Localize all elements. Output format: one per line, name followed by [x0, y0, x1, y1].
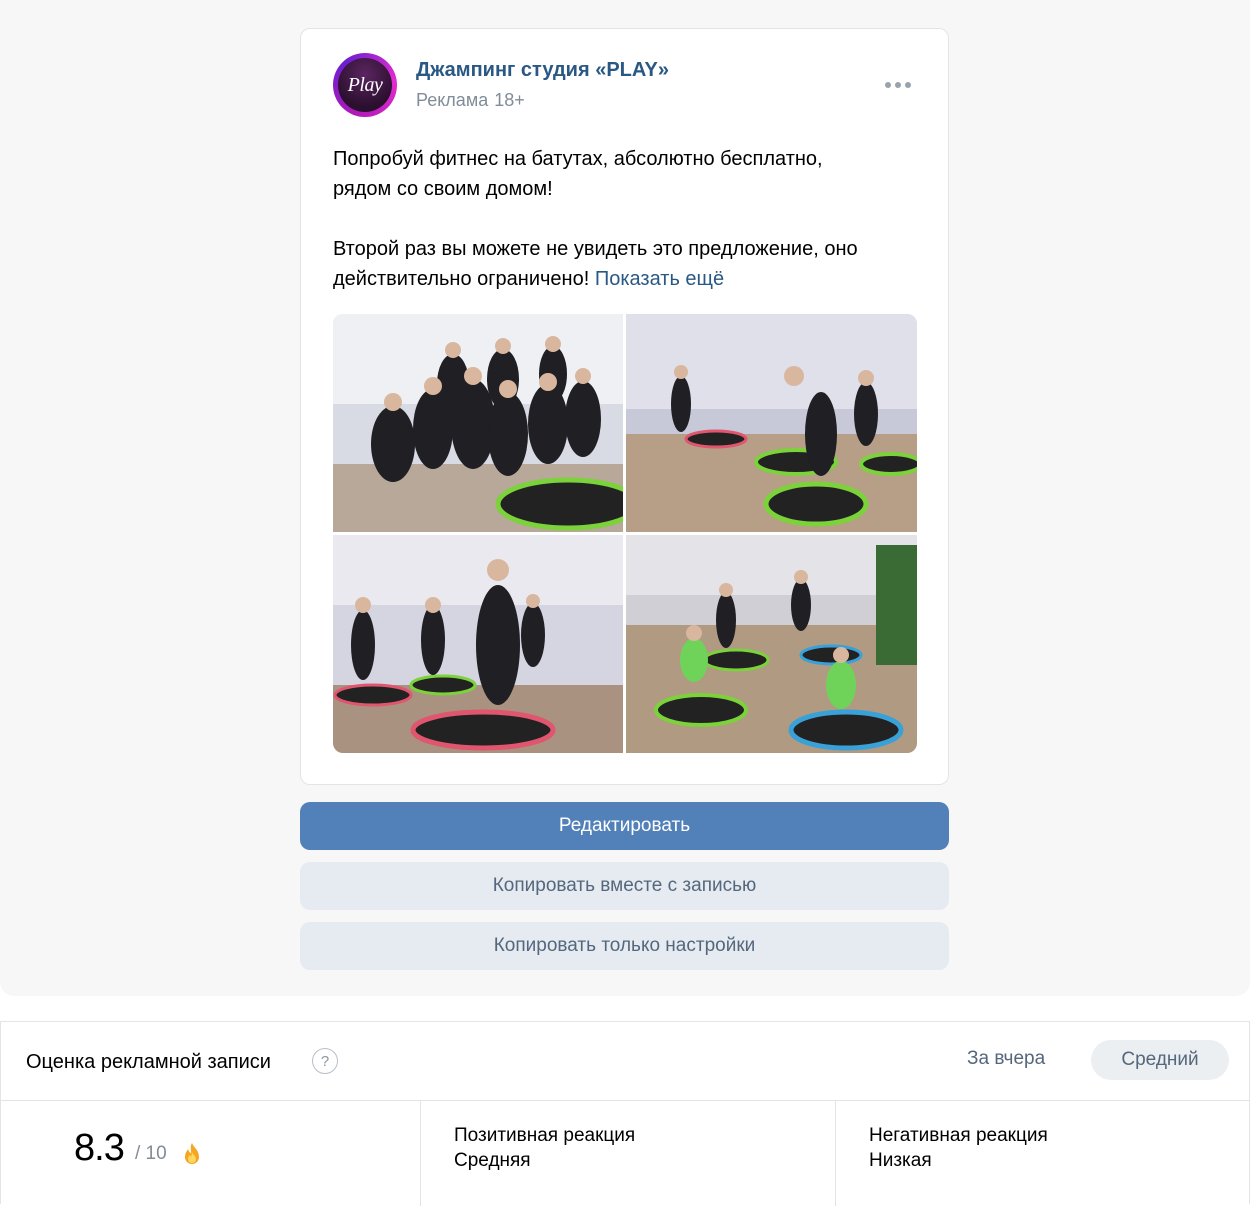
- fire-icon: [185, 1143, 199, 1164]
- photo-instructor[interactable]: [333, 535, 623, 753]
- ad-post-card: Play Джампинг студия «PLAY» Реклама 18+ П…: [300, 28, 949, 785]
- photo-grid: [333, 314, 917, 753]
- post-text: Попробуй фитнес на батутах, абсолютно бе…: [333, 144, 923, 294]
- post-text-line: рядом со своим домом!: [333, 178, 553, 200]
- period-yesterday-link[interactable]: За вчера: [967, 1048, 1045, 1070]
- period-average-chip[interactable]: Средний: [1091, 1040, 1229, 1080]
- post-text-line: Второй раз вы можете не увидеть это пред…: [333, 238, 858, 260]
- ad-preview-area: Play Джампинг студия «PLAY» Реклама 18+ П…: [0, 0, 1250, 996]
- community-avatar[interactable]: Play: [333, 53, 397, 117]
- ad-label: Реклама: [416, 90, 489, 110]
- photo-class-balance[interactable]: [626, 314, 917, 532]
- edit-button[interactable]: Редактировать: [300, 802, 949, 850]
- score-value: 8.3: [74, 1127, 125, 1169]
- photo-group-trampoline[interactable]: [333, 314, 623, 532]
- show-more-link[interactable]: Показать ещё: [595, 268, 724, 290]
- help-icon[interactable]: ?: [312, 1048, 338, 1074]
- positive-reaction-label: Позитивная реакция: [454, 1125, 636, 1146]
- score-metrics-row: 8.3 / 10 Позитивная реакция Средняя Нега…: [1, 1100, 1249, 1206]
- community-name[interactable]: Джампинг студия «PLAY»: [416, 59, 669, 82]
- post-text-line: Попробуй фитнес на батутах, абсолютно бе…: [333, 148, 823, 170]
- positive-reaction-value: Средняя: [454, 1150, 531, 1171]
- score-cell: 8.3 / 10: [1, 1101, 420, 1206]
- copy-settings-button[interactable]: Копировать только настройки: [300, 922, 949, 970]
- positive-reaction-cell: Позитивная реакция Средняя: [420, 1101, 836, 1206]
- copy-with-post-button[interactable]: Копировать вместе с записью: [300, 862, 949, 910]
- negative-reaction-value: Низкая: [869, 1150, 932, 1171]
- photo-class-hall[interactable]: [626, 535, 917, 753]
- ad-score-panel: Оценка рекламной записи ? За вчера Средн…: [0, 1021, 1250, 1206]
- post-meta: Реклама 18+: [416, 90, 525, 111]
- avatar-logo: Play: [338, 58, 392, 112]
- age-rating: 18+: [494, 90, 525, 110]
- negative-reaction-cell: Негативная реакция Низкая: [835, 1101, 1250, 1206]
- post-text-line-truncated: действительно ограничено! Показать ещё: [333, 264, 923, 294]
- score-title: Оценка рекламной записи: [26, 1051, 271, 1073]
- more-options-icon[interactable]: [883, 77, 913, 93]
- negative-reaction-label: Негативная реакция: [869, 1125, 1048, 1146]
- score-max: / 10: [135, 1143, 167, 1164]
- post-text-truncated: действительно ограничено!: [333, 268, 590, 290]
